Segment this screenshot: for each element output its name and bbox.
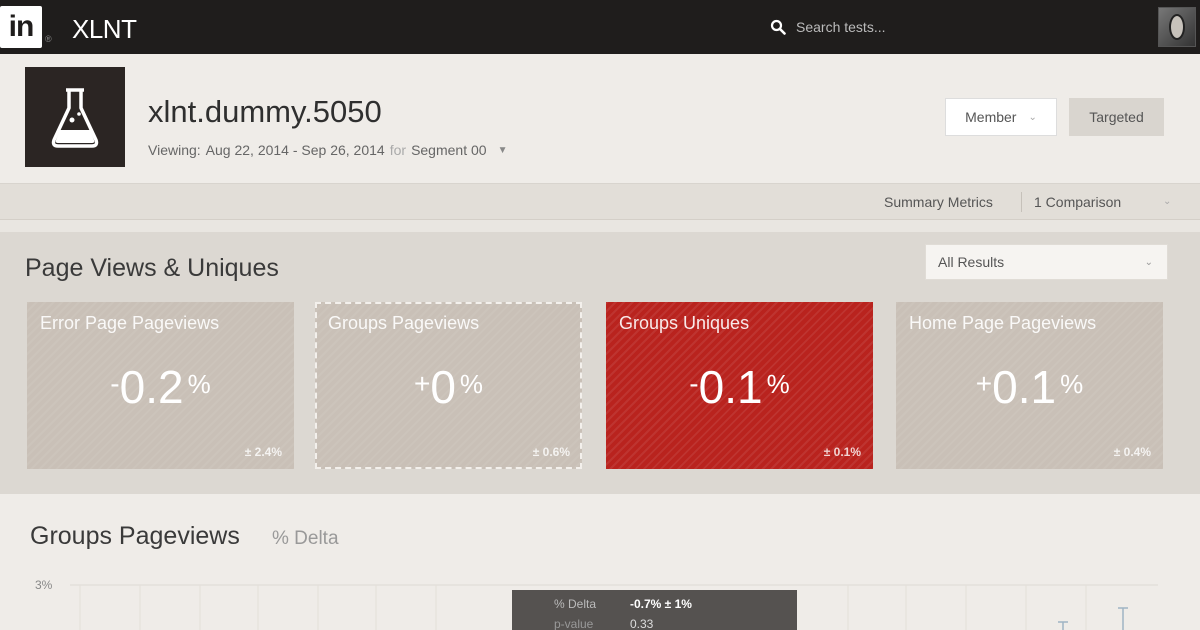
confidence-interval: ± 0.1%	[823, 445, 861, 459]
metric-value: -0.2%	[110, 361, 211, 413]
metric-value: -0.1%	[689, 361, 790, 413]
chart-subtitle: % Delta	[272, 528, 339, 549]
avatar[interactable]	[1158, 7, 1196, 47]
summary-metrics-tab[interactable]: Summary Metrics	[884, 194, 993, 210]
metric-card[interactable]: Home Page Pageviews +0.1% ± 0.4%	[896, 302, 1163, 469]
results-filter-value: All Results	[938, 254, 1005, 270]
error-bar	[1058, 607, 1128, 630]
avatar-face-icon	[1169, 14, 1185, 40]
viewing-label: Viewing:	[148, 142, 201, 158]
confidence-interval: ± 0.4%	[1113, 445, 1151, 459]
metric-name: Home Page Pageviews	[909, 313, 1097, 333]
tooltip-value: -0.7% ± 1%	[630, 597, 692, 611]
member-dropdown[interactable]: Member ⌄	[945, 98, 1057, 136]
chevron-down-icon[interactable]: ⌄	[1163, 196, 1171, 207]
member-label: Member	[965, 109, 1017, 125]
chart-section: Groups Pageviews % Delta 3% % Delta -0.7…	[0, 494, 1200, 630]
metrics-section: Page Views & Uniques All Results ⌄ Error…	[0, 232, 1200, 494]
flask-icon	[25, 67, 125, 167]
test-header: xlnt.dummy.5050 Viewing: Aug 22, 2014 - …	[0, 54, 1200, 184]
date-range[interactable]: Aug 22, 2014 - Sep 26, 2014	[206, 142, 385, 158]
tooltip-value-2: 0.33	[630, 617, 654, 630]
search-icon	[770, 19, 786, 35]
chart-title: Groups Pageviews	[30, 522, 240, 550]
metric-value: +0%	[413, 361, 484, 413]
trademark-mark: ®	[45, 34, 52, 44]
search-input[interactable]: Search tests...	[796, 19, 885, 35]
metric-card[interactable]: Groups Uniques -0.1% ± 0.1%	[606, 302, 873, 469]
chevron-down-icon[interactable]: ▼	[498, 145, 508, 156]
metric-value: +0.1%	[975, 361, 1084, 413]
top-nav: in ® XLNT Search tests...	[0, 0, 1200, 54]
viewing-info: Viewing: Aug 22, 2014 - Sep 26, 2014 for…	[148, 142, 507, 158]
test-title: xlnt.dummy.5050	[148, 94, 382, 129]
metric-card[interactable]: Groups Pageviews +0% ± 0.6%	[315, 302, 582, 469]
segment-select[interactable]: Segment 00	[411, 142, 487, 158]
metric-name: Error Page Pageviews	[40, 313, 220, 333]
comparison-dropdown[interactable]: 1 Comparison	[1034, 194, 1121, 210]
for-label: for	[389, 142, 407, 158]
results-filter-select[interactable]: All Results ⌄	[925, 244, 1168, 280]
confidence-interval: ± 2.4%	[244, 445, 282, 459]
chart-tooltip: % Delta -0.7% ± 1% p-value 0.33	[512, 590, 797, 630]
search-box[interactable]: Search tests...	[770, 16, 885, 38]
summary-bar: Summary Metrics 1 Comparison ⌄	[0, 184, 1200, 220]
metric-name: Groups Pageviews	[328, 313, 480, 333]
targeted-button[interactable]: Targeted	[1069, 98, 1164, 136]
section-title: Page Views & Uniques	[25, 254, 279, 282]
divider	[1021, 192, 1022, 212]
selected-card-pointer	[437, 473, 455, 482]
y-axis-tick: 3%	[35, 578, 53, 592]
metric-name: Groups Uniques	[619, 313, 750, 333]
linkedin-logo[interactable]: in	[0, 6, 42, 48]
confidence-interval: ± 0.6%	[532, 445, 570, 459]
chevron-down-icon: ⌄	[1144, 257, 1153, 268]
chevron-down-icon: ⌄	[1028, 111, 1037, 123]
metric-card[interactable]: Error Page Pageviews -0.2% ± 2.4%	[27, 302, 294, 469]
app-name[interactable]: XLNT	[72, 14, 137, 45]
tooltip-label-2: p-value	[554, 617, 594, 630]
tooltip-label: % Delta	[554, 597, 597, 611]
